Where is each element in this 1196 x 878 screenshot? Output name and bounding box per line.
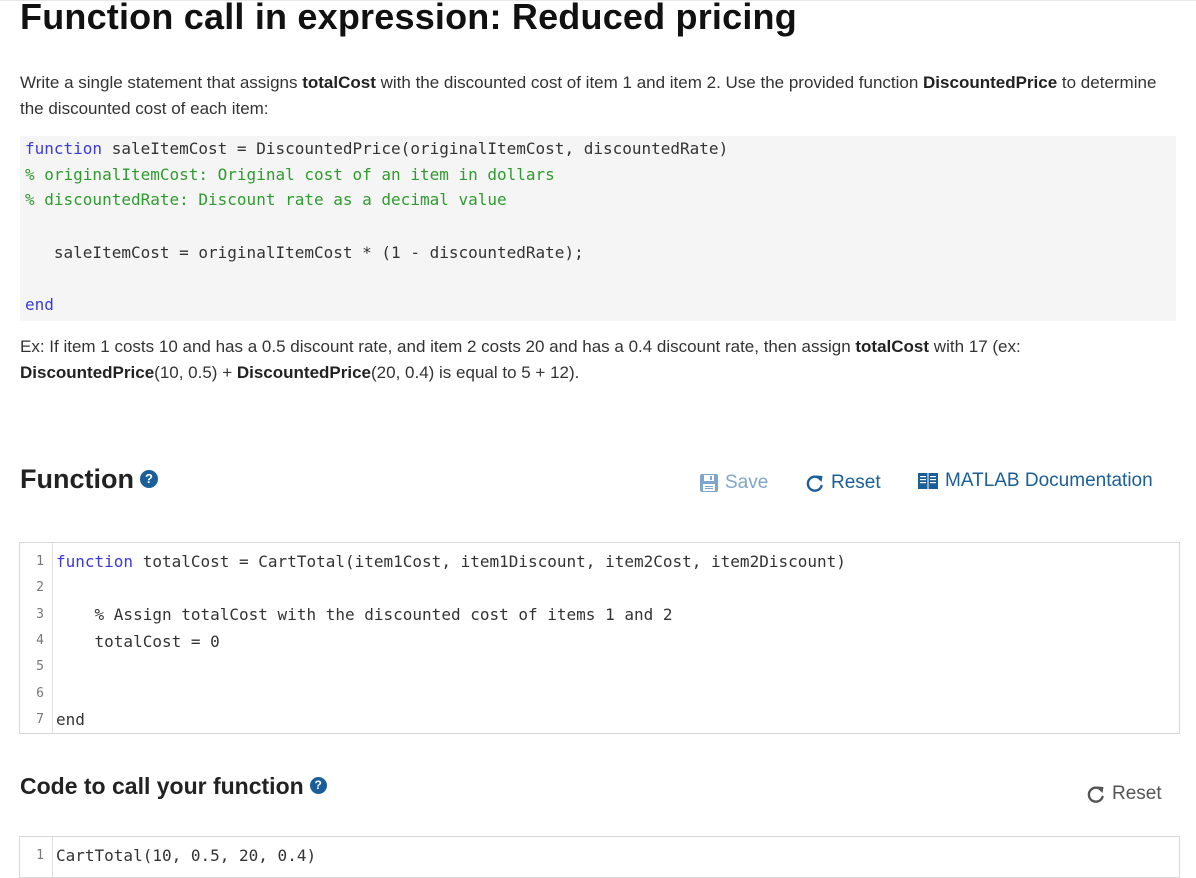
- line-number-gutter: 1 2 3 4 5 6 7: [20, 543, 53, 733]
- editor-line[interactable]: CartTotal(10, 0.5, 20, 0.4): [56, 846, 316, 865]
- documentation-label: MATLAB Documentation: [945, 470, 1153, 491]
- matlab-documentation-link[interactable]: MATLAB Documentation: [917, 470, 1153, 492]
- line-number: 1: [36, 554, 44, 569]
- code-comment: % originalItemCost: Original cost of an …: [25, 165, 555, 184]
- line-number: 5: [36, 659, 44, 674]
- example-paragraph: Ex: If item 1 costs 10 and has a 0.5 dis…: [20, 337, 1021, 382]
- help-icon[interactable]: ?: [139, 469, 158, 488]
- book-icon: [918, 473, 938, 489]
- page-title: Function call in expression: Reduced pri…: [20, 0, 797, 37]
- instructions-paragraph: Write a single statement that assigns to…: [20, 73, 1157, 118]
- function-section-title: Function?: [20, 464, 158, 495]
- line-number: 2: [36, 580, 44, 595]
- line-number: 6: [36, 686, 44, 701]
- line-number: 7: [36, 712, 44, 727]
- line-number-gutter: 1: [20, 837, 53, 877]
- code-comment: % discountedRate: Discount rate as a dec…: [25, 190, 507, 209]
- editor-line[interactable]: function totalCost = CartTotal(item1Cost…: [56, 552, 846, 571]
- code-line: function saleItemCost = DiscountedPrice(…: [25, 139, 729, 158]
- function-code-editor[interactable]: 1 2 3 4 5 6 7 function totalCost = CartT…: [19, 542, 1180, 734]
- code-keyword-end: end: [25, 295, 54, 314]
- save-icon: [700, 474, 718, 492]
- editor-line[interactable]: totalCost = 0: [56, 632, 220, 651]
- editor-line[interactable]: end: [56, 710, 85, 729]
- reset-label: Reset: [1112, 783, 1162, 804]
- reset-button[interactable]: Reset: [805, 472, 881, 494]
- code-line: saleItemCost = originalItemCost * (1 - d…: [25, 243, 584, 262]
- save-button[interactable]: Save: [699, 472, 768, 494]
- editor-line[interactable]: % Assign totalCost with the discounted c…: [56, 605, 673, 624]
- call-code-editor[interactable]: 1 CartTotal(10, 0.5, 20, 0.4): [19, 836, 1180, 878]
- discountedprice-term: DiscountedPrice: [923, 73, 1058, 92]
- help-icon[interactable]: ?: [309, 777, 327, 795]
- line-number: 3: [36, 607, 44, 622]
- totalcost-term: totalCost: [302, 73, 376, 92]
- save-label: Save: [725, 472, 769, 493]
- reset-label: Reset: [831, 472, 881, 493]
- line-number: 4: [36, 633, 44, 648]
- example-code-block: function saleItemCost = DiscountedPrice(…: [20, 136, 1176, 321]
- reset-icon: [1087, 786, 1104, 803]
- reset-call-button[interactable]: Reset: [1086, 783, 1162, 805]
- reset-icon: [806, 475, 823, 492]
- call-section-title: Code to call your function?: [20, 773, 327, 800]
- line-number: 1: [36, 848, 44, 863]
